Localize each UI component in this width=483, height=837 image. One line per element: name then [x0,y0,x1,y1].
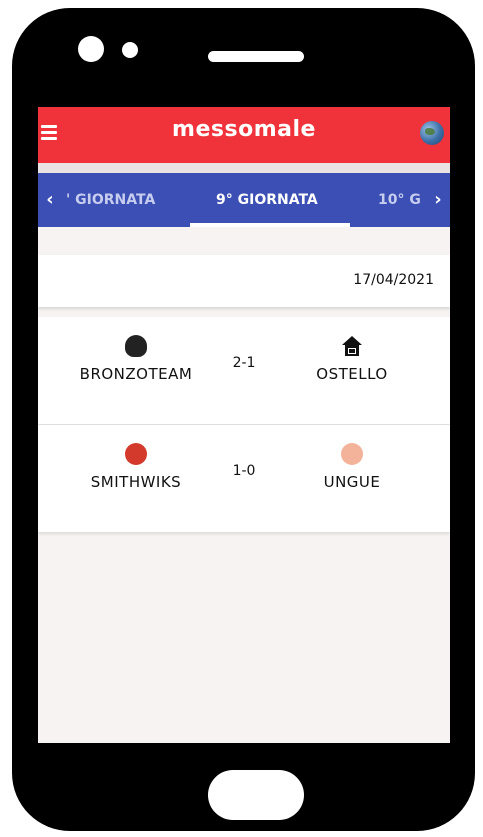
match-score: 1-0 [232,463,256,479]
chevron-left-icon[interactable]: ‹ [38,173,62,227]
app-bar: messomale [38,107,450,163]
match-card[interactable]: BRONZOTEAM 2-1 OSTELLO [38,317,450,424]
date-card: 17/04/2021 [38,255,450,307]
chevron-right-icon[interactable]: › [426,173,450,227]
house-icon [341,335,363,357]
away-team-name: OSTELLO [316,365,388,383]
home-team-name: BRONZOTEAM [79,365,193,383]
speaker-grille [208,51,304,62]
globe-icon[interactable] [420,121,444,145]
away-team: UNGUE [277,425,427,491]
home-team: SMITHWIKS [61,425,211,491]
home-button[interactable] [208,770,304,820]
match-score: 2-1 [232,355,256,371]
away-team-name: UNGUE [323,473,381,491]
cartoon-face-icon [341,443,363,465]
tab-next-round[interactable]: 10° GIORNATA [378,173,420,227]
away-team: OSTELLO [277,317,427,383]
app-screen: messomale ‹ ' GIORNATA 9° GIORNATA 10° G… [38,107,450,743]
match-card[interactable]: SMITHWIKS 1-0 UNGUE [38,425,450,532]
sensor-icon [122,42,138,58]
gangster-face-icon [125,335,147,357]
red-badge-icon [125,443,147,465]
app-title: messomale [172,117,316,142]
match-date: 17/04/2021 [353,272,434,288]
tab-current-round[interactable]: 9° GIORNATA [216,173,318,227]
camera-icon [78,36,104,62]
home-team-name: SMITHWIKS [90,473,182,491]
divider [38,163,450,173]
home-team: BRONZOTEAM [61,317,211,383]
active-tab-indicator [190,223,350,227]
round-tabs: ‹ ' GIORNATA 9° GIORNATA 10° GIORNATA › [38,173,450,227]
tab-previous-round[interactable]: ' GIORNATA [66,173,155,227]
